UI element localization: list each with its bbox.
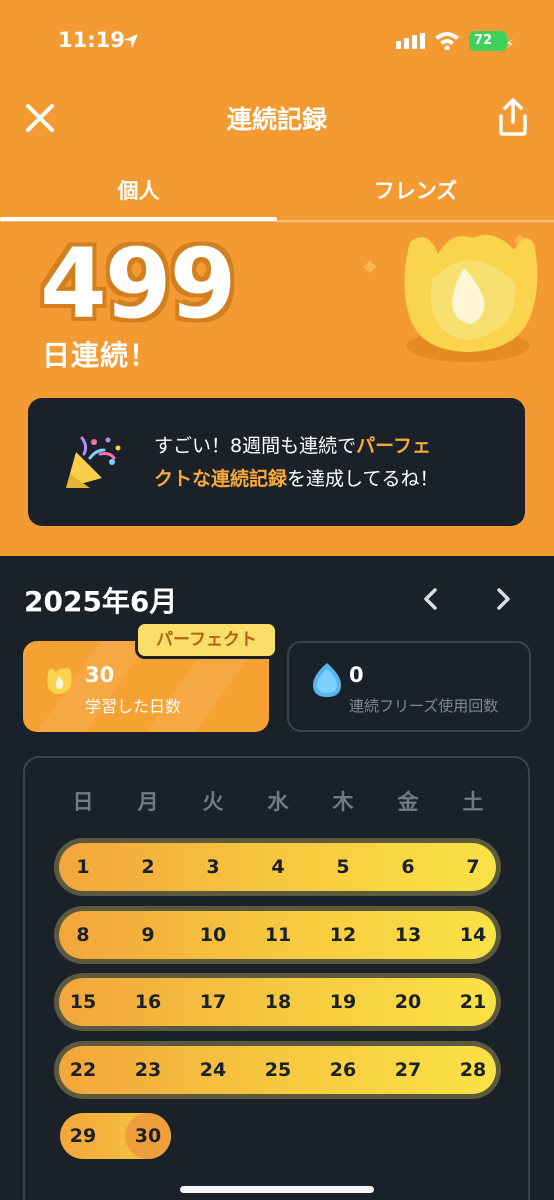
month-title: 2025年6月 xyxy=(24,585,178,618)
water-drop-icon xyxy=(313,663,341,697)
calendar-day-today[interactable]: 30 xyxy=(126,1116,170,1156)
battery-level: 72 xyxy=(474,33,493,48)
days-learned-label: 学習した日数 xyxy=(85,697,182,716)
battery-indicator: 72 ⚡ xyxy=(469,31,514,51)
calendar-day[interactable]: 23 xyxy=(126,1050,170,1090)
calendar-day[interactable]: 26 xyxy=(321,1050,365,1090)
streak-label: 日連続！ xyxy=(42,339,159,372)
charging-icon: ⚡ xyxy=(505,37,514,51)
calendar-day[interactable]: 24 xyxy=(191,1050,235,1090)
perfect-badge: パーフェクト xyxy=(135,621,278,659)
weekday-header: 月 xyxy=(137,790,159,814)
calendar-day[interactable]: 6 xyxy=(386,847,430,887)
banner-text-2: を達成してるね！ xyxy=(287,468,439,490)
flame-icon xyxy=(404,234,538,362)
calendar-day[interactable]: 13 xyxy=(386,915,430,955)
status-bar: 11:19 72 ⚡ xyxy=(0,0,554,80)
weekday-header: 日 xyxy=(72,790,94,814)
calendar-day[interactable]: 21 xyxy=(451,982,495,1022)
calendar-day[interactable]: 12 xyxy=(321,915,365,955)
days-learned-count: 30 xyxy=(85,663,115,687)
calendar-day[interactable]: 11 xyxy=(256,915,300,955)
calendar-day[interactable]: 19 xyxy=(321,982,365,1022)
tab-friends[interactable]: フレンズ xyxy=(277,175,554,221)
freeze-label: 連続フリーズ使用回数 xyxy=(349,697,499,715)
banner-text-1: すごい！8週間も連続で xyxy=(154,435,357,457)
achievement-banner: すごい！8週間も連続でパーフェクトな連続記録を達成してるね！ xyxy=(28,398,525,526)
status-time: 11:19 xyxy=(58,28,125,52)
tab-active-indicator xyxy=(0,217,277,221)
calendar-day[interactable]: 5 xyxy=(321,847,365,887)
calendar-day[interactable]: 4 xyxy=(256,847,300,887)
calendar-day[interactable]: 10 xyxy=(191,915,235,955)
weekday-header: 木 xyxy=(332,790,354,814)
tab-personal[interactable]: 個人 xyxy=(0,175,277,221)
page-title: 連続記録 xyxy=(226,105,327,134)
chevron-left-icon[interactable] xyxy=(416,584,446,614)
calendar-day[interactable]: 15 xyxy=(61,982,105,1022)
calendar-day[interactable]: 29 xyxy=(61,1116,105,1156)
share-icon[interactable] xyxy=(494,96,532,138)
banner-highlight-2: クトな連続記録 xyxy=(154,468,288,490)
signal-icon xyxy=(396,33,425,49)
calendar-day[interactable]: 28 xyxy=(451,1050,495,1090)
calendar-day[interactable]: 9 xyxy=(126,915,170,955)
calendar-day[interactable]: 27 xyxy=(386,1050,430,1090)
banner-message: すごい！8週間も連続でパーフェクトな連続記録を達成してるね！ xyxy=(154,430,504,496)
flame-icon xyxy=(47,667,72,694)
calendar-day[interactable]: 14 xyxy=(451,915,495,955)
freeze-count: 0 xyxy=(349,663,364,687)
weekday-header: 火 xyxy=(202,790,224,814)
streak-count: 499 xyxy=(40,228,236,340)
weekday-header: 水 xyxy=(267,790,289,814)
calendar-day[interactable]: 18 xyxy=(256,982,300,1022)
calendar-day[interactable]: 2 xyxy=(126,847,170,887)
calendar-day[interactable]: 25 xyxy=(256,1050,300,1090)
calendar-day[interactable]: 22 xyxy=(61,1050,105,1090)
weekday-header: 土 xyxy=(462,790,484,814)
wifi-icon xyxy=(435,32,459,50)
calendar-day[interactable]: 7 xyxy=(451,847,495,887)
calendar-day[interactable]: 3 xyxy=(191,847,235,887)
banner-highlight-1: パーフェ xyxy=(356,435,431,457)
streak-freeze-card: 0 連続フリーズ使用回数 xyxy=(287,641,531,732)
party-popper-icon xyxy=(66,436,121,488)
calendar-day[interactable]: 20 xyxy=(386,982,430,1022)
weekday-header: 金 xyxy=(397,790,419,814)
location-arrow-icon xyxy=(124,34,138,48)
calendar-day[interactable]: 1 xyxy=(61,847,105,887)
calendar-day[interactable]: 17 xyxy=(191,982,235,1022)
chevron-right-icon[interactable] xyxy=(488,584,518,614)
calendar-day[interactable]: 16 xyxy=(126,982,170,1022)
home-indicator xyxy=(180,1186,374,1193)
calendar-day[interactable]: 8 xyxy=(61,915,105,955)
